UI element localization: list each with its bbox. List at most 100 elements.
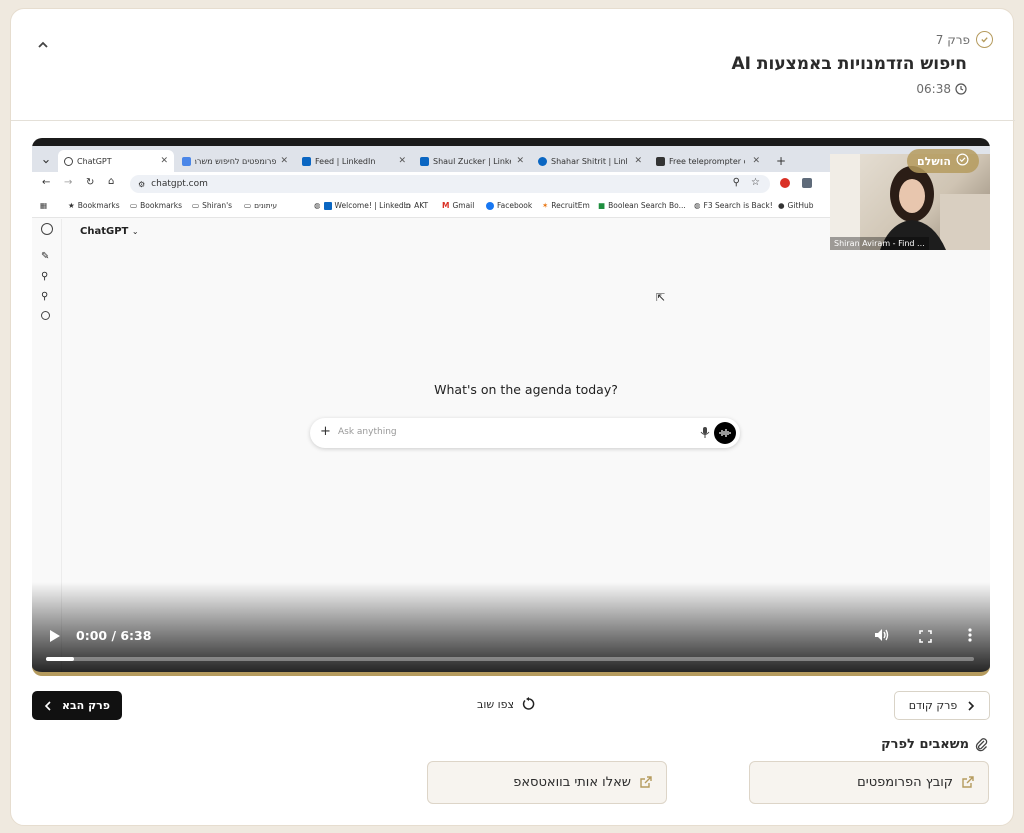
browser-tab-label: פרומפטים לחיפוש משרה (194, 156, 277, 166)
folder-icon: ▭ (404, 201, 412, 210)
star-icon: ★ (68, 201, 75, 210)
volume-button[interactable] (874, 627, 890, 646)
bookmark-label: עיתונים (254, 201, 278, 210)
more-vertical-icon (968, 628, 972, 642)
ask-placeholder: Ask anything (338, 427, 397, 437)
folder-icon: ▭ (130, 201, 138, 210)
next-chapter-label: פרק הבא (61, 699, 111, 712)
bookmark-label: Welcome! | LinkedIn (334, 201, 411, 210)
bookmark-item: ✶ RecruitEm (542, 201, 590, 210)
bookmark-label: Boolean Search Bo... (608, 201, 686, 210)
mouse-cursor-icon: ⇱ (656, 291, 666, 304)
github-icon: ● (778, 201, 785, 210)
chevron-up-icon (38, 41, 48, 48)
fullscreen-button[interactable] (919, 628, 932, 647)
external-link-icon (962, 776, 974, 788)
apps-icon: ▦ (40, 201, 48, 210)
browser-tab: Free teleprompter onl ✕ (650, 150, 766, 172)
bookmark-label: Facebook (497, 201, 533, 210)
back-icon: ← (42, 177, 51, 188)
globe-icon: ◍ (314, 201, 321, 210)
docs-icon (182, 156, 191, 166)
browser-tab: פרומפטים לחיפוש משרה ✕ (176, 150, 294, 172)
extension-icon (780, 178, 790, 188)
chapter-label: פרק 7 (935, 32, 970, 47)
resources-heading: משאבים לפרק (881, 737, 989, 752)
browser-tab-label: Shaul Zucker | LinkedIn (433, 156, 511, 166)
lesson-header: פרק 7 חיפוש הזדמנויות באמצעות AI 06:38 (11, 9, 1015, 121)
replay-icon (522, 697, 535, 710)
browser-tab: Shaul Zucker | LinkedIn ✕ (414, 150, 530, 172)
close-icon: ✕ (516, 156, 524, 166)
completed-badge: הושלם (907, 149, 979, 173)
tab-list-button (36, 150, 56, 172)
bookmark-item: ▭ Bookmarks (130, 201, 182, 210)
gmail-icon: M (442, 201, 450, 210)
bookmark-label: Shiran's (202, 201, 233, 210)
bookmark-item: ● GitHub (778, 201, 814, 210)
browser-tab-label: ChatGPT (77, 156, 112, 166)
browser-tab-label: Free teleprompter onl (669, 156, 745, 166)
collapse-button[interactable] (33, 35, 53, 55)
resource-label: קובץ הפרומפטים (857, 775, 953, 790)
duration-row: 06:38 (693, 82, 967, 96)
resource-whatsapp[interactable]: שאלו אותי בוואטסאפ (427, 761, 667, 804)
plus-icon: + (320, 424, 331, 439)
previous-chapter-label: פרק קודם (908, 699, 958, 712)
browser-tab-label: Shahar Shitrit | LinkedIn (551, 156, 627, 166)
pin-icon: ⚲ (41, 291, 49, 302)
home-icon: ⌂ (108, 176, 115, 187)
bookmark-item: Facebook (486, 201, 532, 210)
chatgpt-model-label: ChatGPT ⌄ (80, 226, 139, 237)
duration: 06:38 (916, 82, 951, 96)
boolean-icon: ■ (598, 201, 606, 210)
chevron-down-icon: ⌄ (131, 227, 139, 236)
resource-label: שאלו אותי בוואטסאפ (513, 775, 631, 790)
extension-icon (802, 178, 812, 188)
chevron-right-icon (968, 700, 975, 711)
folder-icon: ▭ (244, 201, 252, 210)
progress-bar[interactable] (46, 657, 974, 661)
bookmark-label: RecruitEm (551, 201, 590, 210)
previous-chapter-button[interactable]: פרק קודם (894, 691, 990, 720)
video-controls: 0:00 / 6:38 (32, 612, 990, 672)
url-text: chatgpt.com (151, 179, 208, 189)
chevron-left-icon (44, 700, 51, 711)
time-display: 0:00 / 6:38 (76, 628, 152, 643)
close-icon: ✕ (160, 156, 168, 166)
search-icon: ⚲ (41, 271, 49, 282)
bookmark-item: ▭ עיתונים (244, 201, 277, 210)
more-options-button[interactable] (968, 627, 972, 646)
bookmark-label: GitHub (787, 201, 814, 210)
bookmark-item: ◍ Welcome! | LinkedIn (314, 201, 411, 210)
volume-icon (875, 629, 889, 641)
close-icon: ✕ (280, 156, 288, 166)
resources-title: משאבים לפרק (881, 737, 969, 752)
rewatch-button[interactable]: צפו שוב (477, 697, 536, 711)
browser-tab: ChatGPT ✕ (58, 150, 174, 172)
chevron-down-icon (43, 159, 49, 164)
check-circle-icon (956, 153, 969, 169)
openai-icon (64, 156, 73, 166)
folder-icon: ▭ (192, 201, 200, 210)
chapter-navigation: פרק הבא צפו שוב פרק קודם (32, 691, 990, 721)
close-icon: ✕ (398, 156, 406, 166)
next-chapter-button[interactable]: פרק הבא (32, 691, 122, 720)
bookmark-label: Gmail (452, 201, 475, 210)
play-button[interactable] (49, 628, 61, 647)
chatgpt-model-text: ChatGPT (80, 226, 129, 237)
external-link-icon (640, 776, 652, 788)
bookmark-label: Bookmarks (77, 201, 120, 210)
linkedin-icon (420, 156, 429, 166)
rewatch-label: צפו שוב (477, 697, 515, 711)
facebook-icon (486, 201, 494, 210)
close-icon: ✕ (752, 156, 760, 166)
linkedin-icon (538, 156, 547, 166)
video-player[interactable]: ChatGPT ✕ פרומפטים לחיפוש משרה ✕ Feed | … (32, 138, 990, 676)
voice-mode-icon (714, 422, 736, 444)
new-tab-icon: + (776, 154, 787, 168)
bookmark-item: ◍ F3 Search is Back! (694, 201, 773, 210)
bookmark-label: Bookmarks (140, 201, 182, 210)
resource-prompts-file[interactable]: קובץ הפרומפטים (749, 761, 989, 804)
lesson-card: פרק 7 חיפוש הזדמנויות באמצעות AI 06:38 C… (10, 8, 1015, 826)
